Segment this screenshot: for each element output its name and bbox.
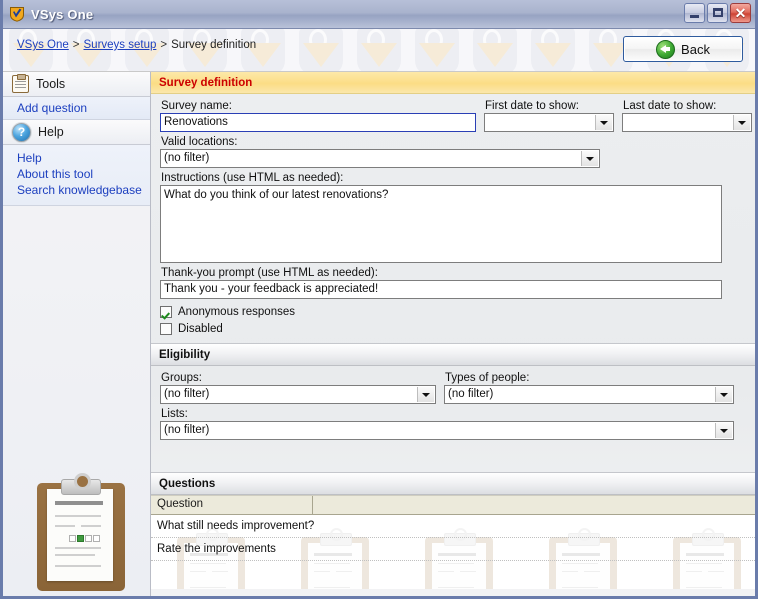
groups-value: (no filter) xyxy=(164,388,210,400)
maximize-button[interactable] xyxy=(707,3,728,23)
survey-definition-form: Survey name: Renovations First date to s… xyxy=(151,94,755,335)
vsys-shield-icon xyxy=(9,6,25,22)
thank-you-group: Thank-you prompt (use HTML as needed): T… xyxy=(160,267,722,299)
valid-locations-value: (no filter) xyxy=(164,152,210,164)
clipboard-watermark xyxy=(37,473,125,593)
close-button[interactable]: ✕ xyxy=(730,3,751,23)
breadcrumb-separator: > xyxy=(160,39,168,51)
section-title: Survey definition xyxy=(159,76,253,89)
types-of-people-value: (no filter) xyxy=(448,388,494,400)
sidebar-section-help: Help xyxy=(3,120,150,145)
disabled-row[interactable]: Disabled xyxy=(160,323,745,335)
sidebar-item-about-this-tool[interactable]: About this tool xyxy=(17,167,150,182)
vsys-logo-watermark xyxy=(409,29,467,71)
window-title: VSys One xyxy=(31,6,94,22)
survey-definition-section-header: Survey definition xyxy=(151,72,755,94)
question-circle-icon xyxy=(12,122,31,142)
lists-label: Lists: xyxy=(161,408,188,420)
back-button[interactable]: Back xyxy=(623,36,743,62)
main-panel: Survey definition Survey name: Renovatio… xyxy=(151,72,755,596)
thank-you-input[interactable]: Thank you - your feedback is appreciated… xyxy=(160,280,722,299)
section-title: Eligibility xyxy=(159,348,211,361)
last-date-dropdown[interactable] xyxy=(622,113,752,132)
chevron-down-icon[interactable] xyxy=(581,151,598,166)
chevron-down-icon[interactable] xyxy=(715,423,732,438)
sidebar-tools-header: Tools xyxy=(36,77,66,91)
disabled-checkbox[interactable] xyxy=(160,323,172,335)
sidebar-item-help[interactable]: Help xyxy=(17,151,150,166)
instructions-label: Instructions (use HTML as needed): xyxy=(161,172,344,184)
valid-locations-label: Valid locations: xyxy=(161,136,238,148)
clipboard-icon xyxy=(12,74,29,93)
questions-grid: Question What still needs improvement? R… xyxy=(151,495,755,589)
vsys-logo-watermark xyxy=(293,29,351,71)
table-row[interactable]: What still needs improvement? xyxy=(151,515,755,538)
breadcrumb-item-current: Survey definition xyxy=(171,39,257,51)
content-area: Tools Add question Help Help About this … xyxy=(3,72,755,596)
survey-name-label: Survey name: xyxy=(161,100,232,112)
valid-locations-group: Valid locations: (no filter) xyxy=(160,136,745,168)
breadcrumb-bar: VSys One > Surveys setup > Survey definition… xyxy=(3,29,755,72)
chevron-down-icon[interactable] xyxy=(715,387,732,402)
valid-locations-dropdown[interactable]: (no filter) xyxy=(160,149,600,168)
column-header-blank[interactable] xyxy=(313,496,319,514)
lists-value: (no filter) xyxy=(164,424,210,436)
sidebar-section-tools: Tools xyxy=(3,72,150,97)
back-arrow-icon xyxy=(656,39,676,59)
vsys-logo-watermark xyxy=(467,29,525,71)
eligibility-form: Groups: (no filter) Types of people: (no… xyxy=(151,366,755,440)
chevron-down-icon[interactable] xyxy=(595,115,612,130)
anonymous-responses-row[interactable]: Anonymous responses xyxy=(160,306,745,318)
sidebar-help-header: Help xyxy=(38,125,64,139)
section-title: Questions xyxy=(159,477,216,490)
anonymous-responses-label: Anonymous responses xyxy=(178,306,295,318)
disabled-label: Disabled xyxy=(178,323,223,335)
chevron-down-icon[interactable] xyxy=(417,387,434,402)
sidebar: Tools Add question Help Help About this … xyxy=(3,72,151,596)
close-icon: ✕ xyxy=(734,5,747,21)
eligibility-section-header: Eligibility xyxy=(151,343,755,366)
questions-section-header: Questions xyxy=(151,472,755,495)
first-date-dropdown[interactable] xyxy=(484,113,614,132)
sidebar-item-add-question[interactable]: Add question xyxy=(3,97,150,120)
lists-group: Lists: (no filter) xyxy=(160,408,745,440)
instructions-textarea[interactable]: What do you think of our latest renovati… xyxy=(160,185,722,263)
lists-dropdown[interactable]: (no filter) xyxy=(160,421,734,440)
instructions-group: Instructions (use HTML as needed): What … xyxy=(160,172,722,263)
window-controls: ✕ xyxy=(684,3,751,23)
vsys-logo-watermark xyxy=(525,29,583,71)
groups-types-row: Groups: (no filter) Types of people: (no… xyxy=(160,372,745,404)
anonymous-responses-checkbox[interactable] xyxy=(160,306,172,318)
application-window: VSys One ✕ VSys One > Surveys setup > Su… xyxy=(0,0,758,599)
title-bar: VSys One ✕ xyxy=(3,0,755,29)
column-header-question[interactable]: Question xyxy=(151,496,313,514)
breadcrumb: VSys One > Surveys setup > Survey definition xyxy=(17,39,256,51)
breadcrumb-item-vsys-one[interactable]: VSys One xyxy=(17,39,69,51)
eligibility-spacer xyxy=(151,440,755,472)
back-button-label: Back xyxy=(681,41,710,57)
breadcrumb-separator: > xyxy=(72,39,80,51)
questions-grid-header: Question xyxy=(151,495,755,515)
sidebar-item-label: Add question xyxy=(17,101,88,115)
groups-dropdown[interactable]: (no filter) xyxy=(160,385,436,404)
thank-you-label: Thank-you prompt (use HTML as needed): xyxy=(161,267,378,279)
sidebar-item-search-knowledgebase[interactable]: Search knowledgebase xyxy=(17,183,150,198)
table-row[interactable]: Rate the improvements xyxy=(151,538,755,561)
survey-name-input[interactable]: Renovations xyxy=(160,113,476,132)
groups-label: Groups: xyxy=(161,372,202,384)
name-and-dates-row: Survey name: Renovations First date to s… xyxy=(160,100,752,132)
last-date-label: Last date to show: xyxy=(623,100,717,112)
minimize-button[interactable] xyxy=(684,3,705,23)
chevron-down-icon[interactable] xyxy=(733,115,750,130)
sidebar-help-links: Help About this tool Search knowledgebas… xyxy=(3,145,150,206)
vsys-logo-watermark xyxy=(351,29,409,71)
types-of-people-label: Types of people: xyxy=(445,372,530,384)
types-of-people-dropdown[interactable]: (no filter) xyxy=(444,385,734,404)
first-date-label: First date to show: xyxy=(485,100,579,112)
questions-grid-body: What still needs improvement? Rate the i… xyxy=(151,515,755,589)
breadcrumb-item-surveys-setup[interactable]: Surveys setup xyxy=(84,39,157,51)
